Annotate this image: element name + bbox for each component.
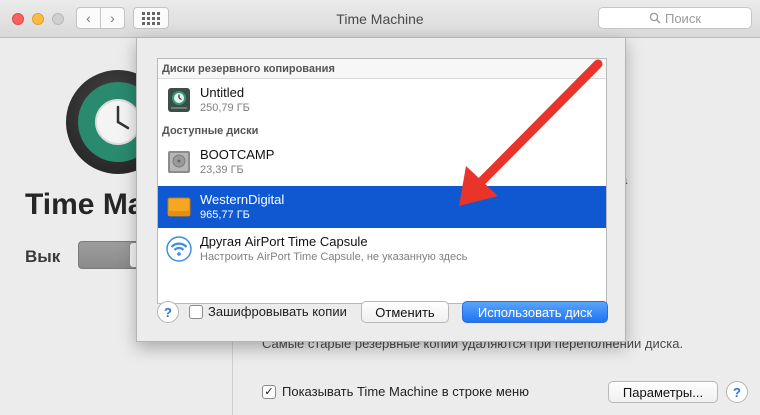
disk-size: 965,77 ГБ [200,209,250,221]
disk-size: 250,79 ГБ [200,102,250,114]
options-button[interactable]: Параметры... [608,381,718,403]
disk-row-untitled[interactable]: Untitled 250,79 ГБ [158,79,606,121]
sheet-help-button[interactable]: ? [157,301,179,323]
show-in-menu-row[interactable]: ✓ Показывать Time Machine в строке меню [262,384,529,399]
time-machine-disk-icon [166,86,192,114]
disk-row-westerndigital[interactable]: WesternDigital 965,77 ГБ [158,186,606,228]
disk-name: BOOTCAMP [200,147,275,162]
search-field[interactable]: Поиск [598,7,752,29]
encrypt-checkbox[interactable] [189,304,203,319]
group-header-backup-disks: Диски резервного копирования [158,59,606,79]
search-placeholder: Поиск [664,10,702,26]
encrypt-row[interactable]: Зашифровывать копии [189,304,347,319]
disk-size: 23,39 ГБ [200,164,244,176]
search-icon [649,12,661,24]
use-disk-button[interactable]: Использовать диск [462,301,608,323]
external-disk-icon [166,193,192,221]
disk-row-bootcamp[interactable]: BOOTCAMP 23,39 ГБ [158,141,606,183]
off-label: Вык [25,247,61,266]
title-bar: ‹ › Time Machine Поиск [0,0,760,38]
disk-row-airport[interactable]: Другая AirPort Time Capsule Настроить Ai… [158,228,606,270]
disk-list[interactable]: Диски резервного копирования Untitled 25… [157,58,607,304]
help-button[interactable]: ? [726,381,748,403]
disk-name: Untitled [200,85,245,100]
disk-description: Настроить AirPort Time Capsule, не указа… [200,251,468,263]
cancel-button[interactable]: Отменить [361,301,449,323]
pane-title: Time Ma [25,188,145,221]
show-in-menu-label: Показывать Time Machine в строке меню [282,384,529,399]
show-in-menu-checkbox[interactable]: ✓ [262,384,276,399]
airport-wifi-icon [166,235,192,263]
disk-name: WesternDigital [200,192,285,207]
group-header-available-disks: Доступные диски [162,125,259,137]
encrypt-label: Зашифровывать копии [208,304,347,319]
select-disk-sheet: Диски резервного копирования Untitled 25… [136,37,626,342]
disk-name: Другая AirPort Time Capsule [200,234,368,249]
internal-disk-icon [166,148,192,176]
